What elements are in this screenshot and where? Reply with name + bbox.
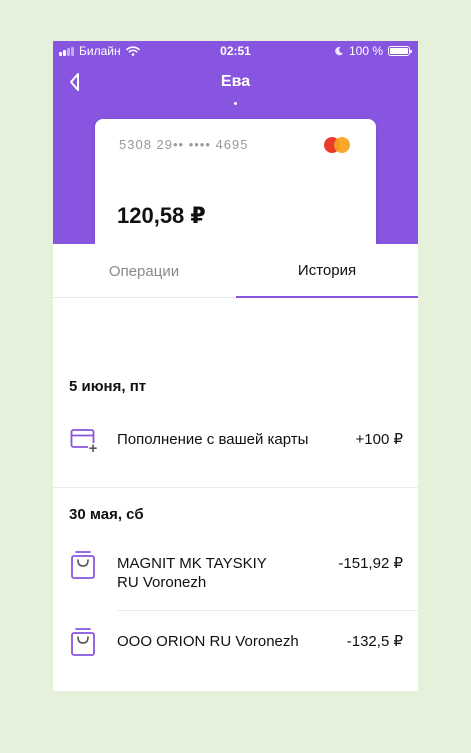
phone-screen: Билайн 02:51 100 % Ева 5308 29•• •••• 46… (53, 41, 418, 691)
list-item-title: MAGNIT MK TAYSKIY RU Voronezh (117, 555, 267, 591)
list-item-title: Пополнение с вашей карты (117, 431, 309, 448)
battery-icon (388, 46, 412, 56)
card-add-icon (70, 429, 98, 453)
moon-icon (335, 46, 343, 56)
bank-card[interactable]: 5308 29•• •••• 4695 120,58 ₽ (95, 119, 376, 259)
list-item[interactable]: MAGNIT MK TAYSKIY RU Voronezh -151,92 ₽ (53, 546, 418, 608)
list-item-amount: +100 ₽ (355, 431, 404, 448)
page-title: Ева (220, 73, 251, 90)
tab-bar: Операции История (53, 244, 418, 298)
page-indicator (234, 102, 237, 105)
item-divider (117, 610, 418, 611)
section-date: 5 июня, пт (69, 378, 147, 395)
card-number: 5308 29•• •••• 4695 (119, 137, 249, 152)
list-item-amount: -151,92 ₽ (338, 555, 403, 572)
card-balance: 120,58 ₽ (117, 203, 206, 228)
tab-operations[interactable]: Операции (53, 244, 235, 298)
list-item[interactable]: OOO ORION RU Voronezh -132,5 ₽ (53, 623, 418, 673)
status-right: 100 % (334, 44, 412, 58)
shopping-bag-icon (71, 551, 95, 579)
list-item-title: OOO ORION RU Voronezh (117, 633, 299, 650)
battery-fill (390, 48, 408, 54)
status-bar: Билайн 02:51 100 % (53, 41, 418, 61)
shopping-bag-icon (71, 628, 95, 656)
tab-history[interactable]: История (236, 244, 418, 298)
section-divider (53, 487, 418, 488)
mastercard-icon (324, 137, 350, 153)
list-item-amount: -132,5 ₽ (346, 633, 403, 650)
list-item[interactable]: Пополнение с вашей карты +100 ₽ (53, 421, 418, 481)
battery-percent: 100 % (348, 44, 383, 58)
section-date: 30 мая, сб (69, 506, 144, 523)
header: Билайн 02:51 100 % Ева 5308 29•• •••• 46… (53, 41, 418, 259)
